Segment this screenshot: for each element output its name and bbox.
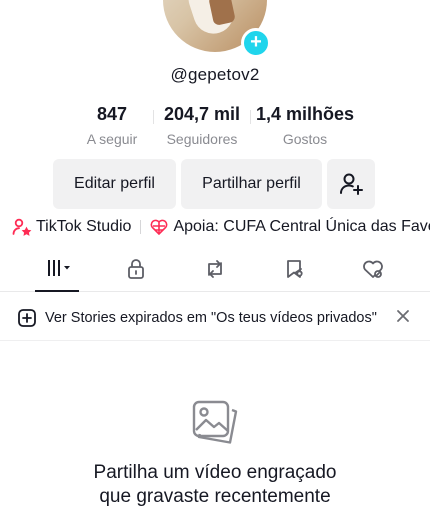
support-cause-link[interactable]: Apoia: CUFA Central Única das Fave xyxy=(150,218,430,236)
support-cause-label: Apoia: CUFA Central Única das Fave xyxy=(173,218,430,235)
stat-value: 1,4 milhões xyxy=(255,104,355,124)
stat-value: 847 xyxy=(96,104,128,124)
tab-private[interactable] xyxy=(114,255,158,291)
stat-following[interactable]: 847 A seguir xyxy=(71,104,153,147)
stat-followers[interactable]: 204,7 mil Seguidores xyxy=(154,104,250,147)
username: @gepetov2 xyxy=(170,65,260,84)
empty-state-title: Partilha um vídeo engraçado que gravaste… xyxy=(0,461,430,509)
close-icon[interactable] xyxy=(396,309,410,323)
grid-icon xyxy=(48,260,70,276)
bookmark-icon xyxy=(287,260,303,278)
tiktok-studio-label: TikTok Studio xyxy=(36,218,132,235)
tiktok-studio-link[interactable]: TikTok Studio xyxy=(12,218,131,236)
stat-label: Gostos xyxy=(282,131,328,147)
share-profile-button[interactable]: Partilhar perfil xyxy=(181,159,322,209)
add-friends-button[interactable] xyxy=(327,159,375,209)
edit-profile-button[interactable]: Editar perfil xyxy=(53,159,176,209)
add-story-plus-icon[interactable]: + xyxy=(241,28,271,58)
tab-liked[interactable] xyxy=(351,255,395,291)
repost-icon xyxy=(208,260,222,278)
heart-globe-icon xyxy=(151,219,168,235)
lock-icon xyxy=(128,259,144,279)
tab-favorites[interactable] xyxy=(272,255,316,291)
tab-videos[interactable] xyxy=(35,255,79,292)
profile-stats: 847 A seguir 204,7 mil Seguidores 1,4 mi… xyxy=(0,104,430,147)
link-divider xyxy=(140,220,142,234)
story-plus-icon xyxy=(18,309,36,327)
stat-label: Seguidores xyxy=(166,131,238,147)
notice-text: Ver Stories expirados em "Os teus vídeos… xyxy=(45,310,377,326)
stat-likes[interactable]: 1,4 milhões Gostos xyxy=(251,104,359,147)
profile-actions: Editar perfil Partilhar perfil xyxy=(53,159,375,209)
photos-icon xyxy=(192,400,238,444)
studio-icon xyxy=(12,218,32,236)
profile-links: TikTok Studio Apoia: CUFA Central Única … xyxy=(12,215,430,239)
empty-state-line: que gravaste recentemente xyxy=(99,486,331,507)
profile-tabs xyxy=(0,255,430,292)
profile-avatar-container[interactable]: + xyxy=(163,0,271,58)
add-person-icon xyxy=(340,173,363,195)
stat-label: A seguir xyxy=(86,131,138,147)
liked-hidden-icon xyxy=(363,260,383,278)
expired-stories-notice[interactable]: Ver Stories expirados em "Os teus vídeos… xyxy=(0,296,430,341)
empty-state-line: Partilha um vídeo engraçado xyxy=(93,462,337,483)
tab-reposts[interactable] xyxy=(193,255,237,291)
tab-selected-indicator xyxy=(35,290,79,292)
stat-value: 204,7 mil xyxy=(163,104,241,124)
